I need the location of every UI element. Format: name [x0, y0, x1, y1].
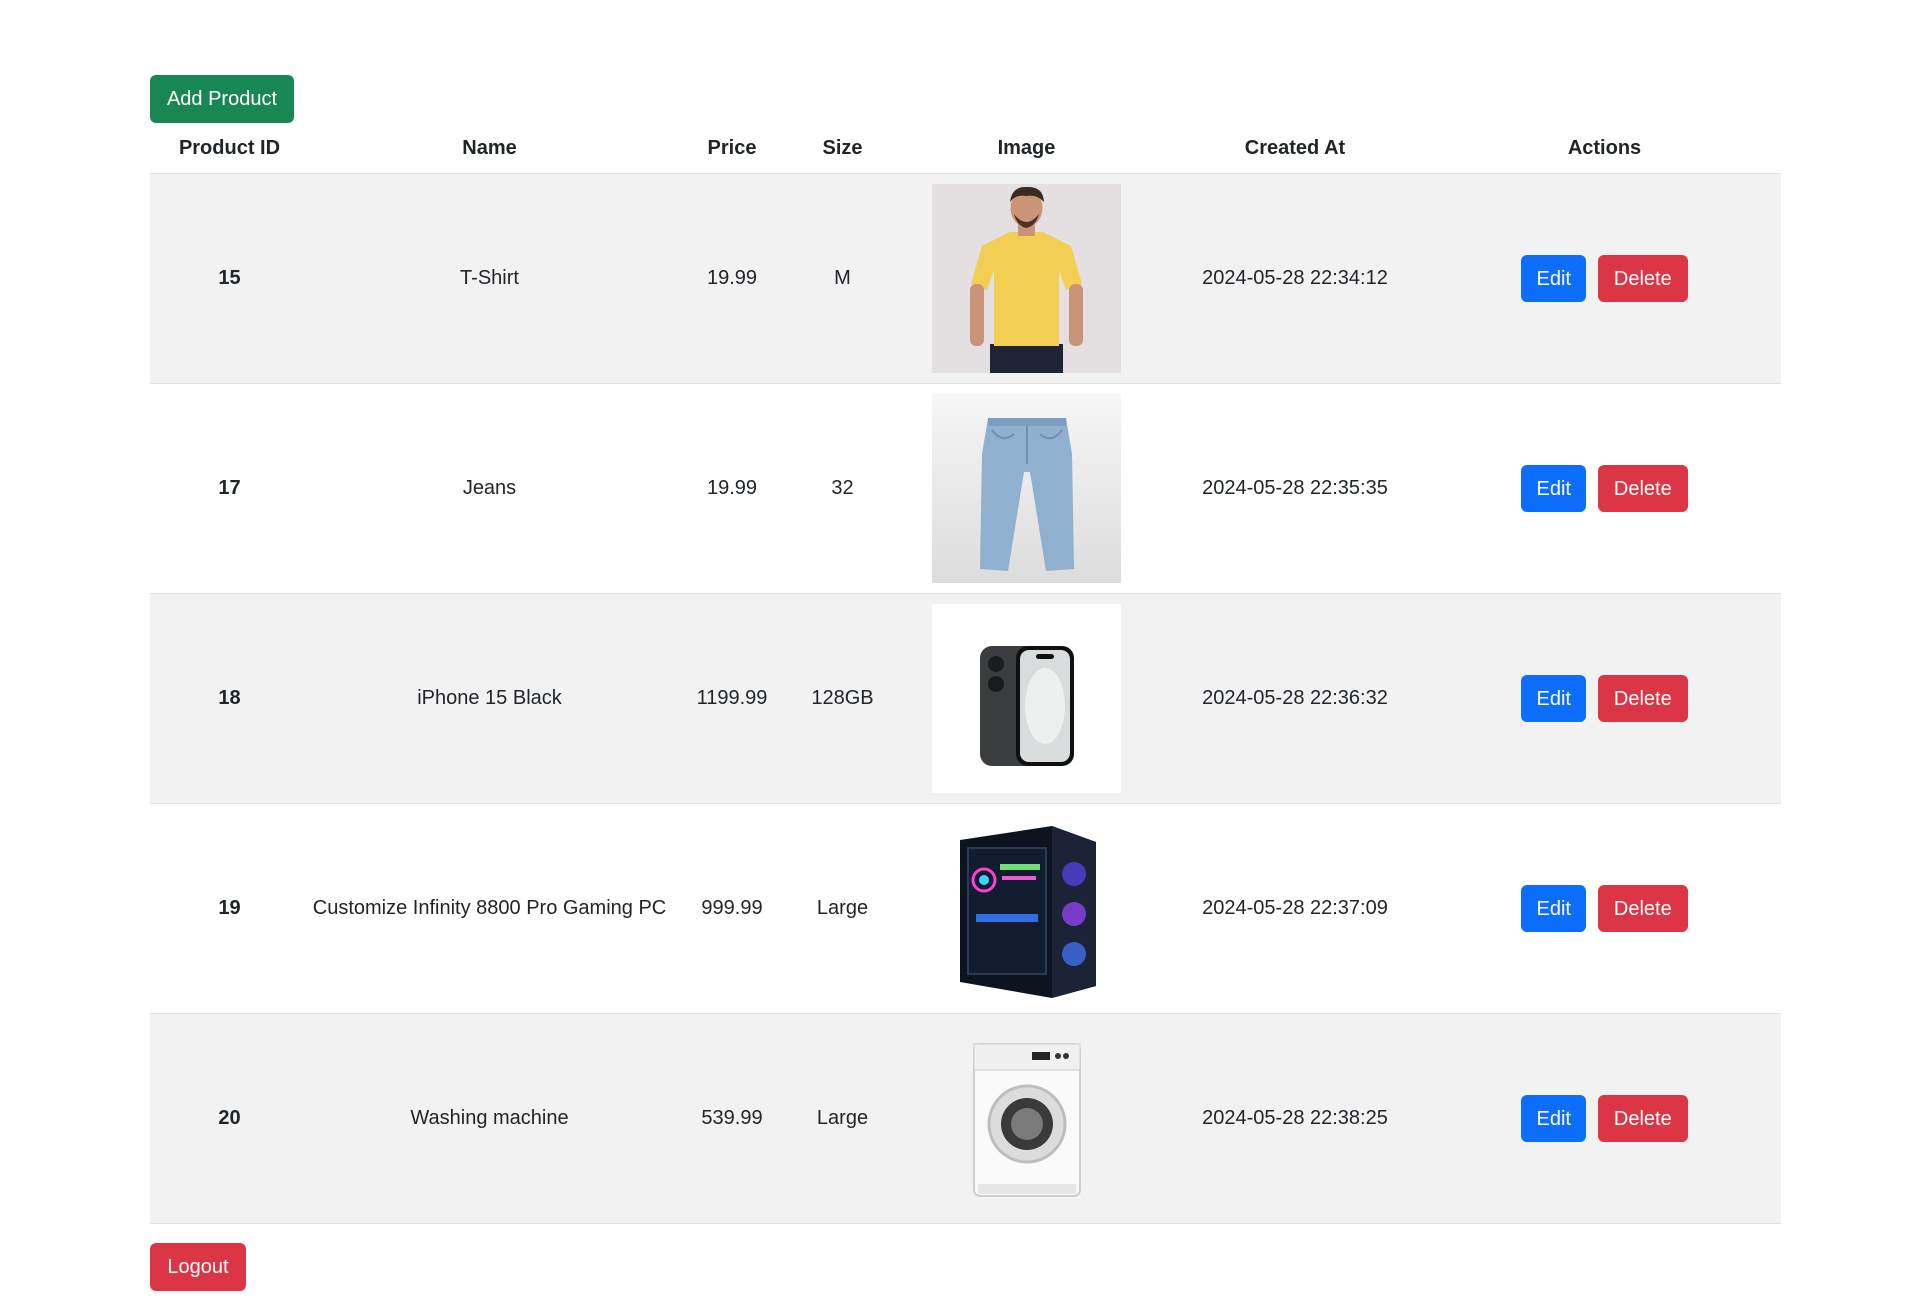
edit-button[interactable]: Edit	[1521, 1095, 1587, 1142]
product-image-cell	[891, 173, 1162, 384]
footer: Logout	[150, 1243, 1781, 1291]
product-created-cell: 2024-05-28 22:34:12	[1162, 173, 1428, 384]
product-created-cell: 2024-05-28 22:36:32	[1162, 593, 1428, 804]
product-actions-cell: Edit Delete	[1428, 383, 1781, 594]
table-row: 15 T-Shirt 19.99 M 2024-05-28 22:34:12 E…	[150, 173, 1781, 384]
delete-button[interactable]: Delete	[1597, 255, 1688, 302]
product-id-cell: 20	[150, 1013, 309, 1224]
washing-machine-product-image	[932, 1024, 1121, 1213]
header-product-id: Product ID	[150, 123, 309, 174]
delete-button[interactable]: Delete	[1597, 675, 1688, 722]
header-created-at: Created At	[1162, 123, 1428, 174]
product-name-cell: Jeans	[309, 383, 670, 594]
header-name: Name	[309, 123, 670, 174]
table-row: 19 Customize Infinity 8800 Pro Gaming PC…	[150, 803, 1781, 1014]
iphone-product-image	[932, 604, 1121, 793]
add-product-button[interactable]: Add Product	[150, 75, 294, 123]
product-actions-cell: Edit Delete	[1428, 593, 1781, 804]
gaming-pc-product-image	[932, 814, 1121, 1003]
header-image: Image	[891, 123, 1162, 174]
product-price-cell: 19.99	[670, 173, 794, 384]
product-id-cell: 15	[150, 173, 309, 384]
product-price-cell: 19.99	[670, 383, 794, 594]
products-page: Add Product Product ID Name Price Size I…	[150, 75, 1781, 1291]
product-id-cell: 17	[150, 383, 309, 594]
product-size-cell: Large	[794, 1013, 891, 1224]
header-actions: Actions	[1428, 123, 1781, 174]
product-actions-cell: Edit Delete	[1428, 1013, 1781, 1224]
delete-button[interactable]: Delete	[1597, 465, 1688, 512]
edit-button[interactable]: Edit	[1521, 465, 1587, 512]
product-name-cell: iPhone 15 Black	[309, 593, 670, 804]
product-price-cell: 999.99	[670, 803, 794, 1014]
product-size-cell: 128GB	[794, 593, 891, 804]
products-table: Product ID Name Price Size Image Created…	[150, 123, 1781, 1224]
product-actions-cell: Edit Delete	[1428, 173, 1781, 384]
product-name-cell: Customize Infinity 8800 Pro Gaming PC	[309, 803, 670, 1014]
product-image-cell	[891, 383, 1162, 594]
edit-button[interactable]: Edit	[1521, 255, 1587, 302]
product-created-cell: 2024-05-28 22:37:09	[1162, 803, 1428, 1014]
product-price-cell: 1199.99	[670, 593, 794, 804]
product-size-cell: Large	[794, 803, 891, 1014]
product-image-cell	[891, 803, 1162, 1014]
product-image-cell	[891, 1013, 1162, 1224]
product-actions-cell: Edit Delete	[1428, 803, 1781, 1014]
product-price-cell: 539.99	[670, 1013, 794, 1224]
jeans-product-image	[932, 394, 1121, 583]
table-row: 18 iPhone 15 Black 1199.99 128GB 2024-05…	[150, 593, 1781, 804]
table-row: 20 Washing machine 539.99 Large 2024-05-…	[150, 1013, 1781, 1224]
header-size: Size	[794, 123, 891, 174]
product-id-cell: 19	[150, 803, 309, 1014]
edit-button[interactable]: Edit	[1521, 885, 1587, 932]
header-price: Price	[670, 123, 794, 174]
table-row: 17 Jeans 19.99 32 2024-05-28 22:35:35 Ed…	[150, 383, 1781, 594]
delete-button[interactable]: Delete	[1597, 885, 1688, 932]
product-size-cell: 32	[794, 383, 891, 594]
table-header-row: Product ID Name Price Size Image Created…	[150, 123, 1781, 174]
delete-button[interactable]: Delete	[1597, 1095, 1688, 1142]
product-created-cell: 2024-05-28 22:35:35	[1162, 383, 1428, 594]
product-name-cell: Washing machine	[309, 1013, 670, 1224]
product-size-cell: M	[794, 173, 891, 384]
product-id-cell: 18	[150, 593, 309, 804]
product-created-cell: 2024-05-28 22:38:25	[1162, 1013, 1428, 1224]
product-name-cell: T-Shirt	[309, 173, 670, 384]
product-image-cell	[891, 593, 1162, 804]
edit-button[interactable]: Edit	[1521, 675, 1587, 722]
logout-button[interactable]: Logout	[150, 1243, 246, 1291]
tshirt-product-image	[932, 184, 1121, 373]
